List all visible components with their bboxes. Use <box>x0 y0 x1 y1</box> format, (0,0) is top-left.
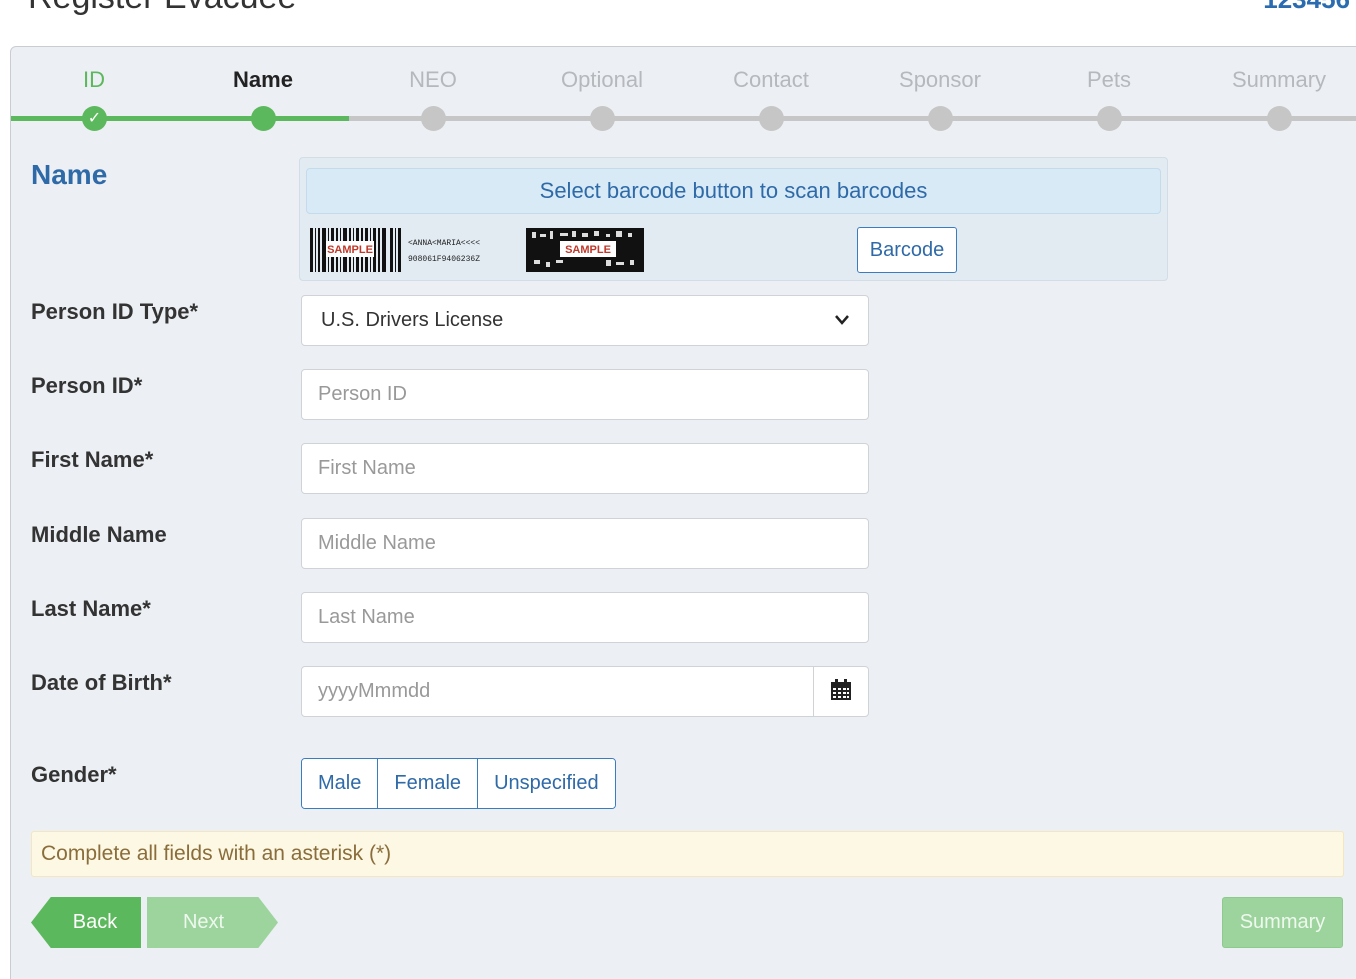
dob-label: Date of Birth* <box>31 670 172 695</box>
gender-female-button[interactable]: Female <box>378 759 479 808</box>
step-label: Contact <box>733 67 809 92</box>
step-dot <box>590 106 615 131</box>
step-label: Optional <box>561 67 643 92</box>
sample-stamp-1: SAMPLE <box>327 244 373 256</box>
page-header: Register Evacuee 123456 <box>0 0 1356 16</box>
step-optional[interactable]: Optional <box>542 67 662 131</box>
step-label: NEO <box>409 67 457 92</box>
gender-button-group: Male Female Unspecified <box>301 758 616 809</box>
step-dot <box>928 106 953 131</box>
barcode-button[interactable]: Barcode <box>857 227 957 273</box>
step-progress: ID ✓ Name NEO Optional Contact Sponsor P… <box>11 47 1356 147</box>
first-name-label: First Name* <box>31 447 154 472</box>
gender-label: Gender* <box>31 762 117 787</box>
calendar-button[interactable] <box>813 666 869 717</box>
person-id-input[interactable] <box>301 369 869 420</box>
sample-stamp-2: SAMPLE <box>565 244 611 256</box>
scan-message: Select barcode button to scan barcodes <box>306 168 1161 214</box>
progress-track-complete <box>11 116 349 121</box>
step-summary[interactable]: Summary <box>1219 67 1339 131</box>
summary-button[interactable]: Summary <box>1222 897 1343 948</box>
page-title: Register Evacuee <box>28 0 296 17</box>
step-dot <box>251 106 276 131</box>
step-contact[interactable]: Contact <box>711 67 831 131</box>
calendar-icon <box>831 679 851 700</box>
required-fields-warning: Complete all fields with an asterisk (*) <box>31 831 1344 877</box>
middle-name-input[interactable] <box>301 518 869 569</box>
section-title: Name <box>31 159 108 190</box>
first-name-input[interactable] <box>301 443 869 494</box>
step-label: Summary <box>1231 67 1327 92</box>
mrz-line-1: <ANNA<MARIA<<<< <box>408 239 480 248</box>
step-dot <box>1267 106 1292 131</box>
barcode-scan-box: Select barcode button to scan barcodes S… <box>299 157 1168 281</box>
gender-unspecified-button[interactable]: Unspecified <box>478 759 615 808</box>
gender-male-button[interactable]: Male <box>302 759 379 808</box>
step-label: ID <box>83 67 105 92</box>
person-id-label: Person ID* <box>31 373 143 398</box>
middle-name-label: Middle Name <box>31 522 167 547</box>
next-button[interactable]: Next <box>147 897 278 948</box>
step-label: Pets <box>1086 67 1132 92</box>
check-icon: ✓ <box>87 110 102 127</box>
step-neo[interactable]: NEO <box>373 67 493 131</box>
last-name-label: Last Name* <box>31 596 151 621</box>
dob-input[interactable] <box>301 666 814 717</box>
chevron-down-icon <box>834 296 850 364</box>
mrz-line-2: 908061F9406236Z <box>408 255 480 264</box>
step-name[interactable]: Name <box>203 67 323 131</box>
back-button[interactable]: Back <box>31 897 141 948</box>
barcode-sample-image: SAMPLE <ANNA<MARIA<<<< 908061F9406236Z S… <box>310 228 644 272</box>
record-id: 123456 <box>1263 0 1350 15</box>
person-id-type-select[interactable]: U.S. Drivers License <box>301 295 869 346</box>
person-id-type-label: Person ID Type* <box>31 299 199 324</box>
step-dot <box>421 106 446 131</box>
step-id[interactable]: ID ✓ <box>34 67 154 131</box>
step-label: Name <box>233 67 293 92</box>
person-id-type-value: U.S. Drivers License <box>321 309 504 331</box>
step-pets[interactable]: Pets <box>1049 67 1169 131</box>
step-dot: ✓ <box>82 106 107 131</box>
step-label: Sponsor <box>899 67 981 92</box>
last-name-input[interactable] <box>301 592 869 643</box>
step-dot <box>1097 106 1122 131</box>
step-sponsor[interactable]: Sponsor <box>880 67 1000 131</box>
wizard-panel: ID ✓ Name NEO Optional Contact Sponsor P… <box>10 46 1356 979</box>
step-dot <box>759 106 784 131</box>
